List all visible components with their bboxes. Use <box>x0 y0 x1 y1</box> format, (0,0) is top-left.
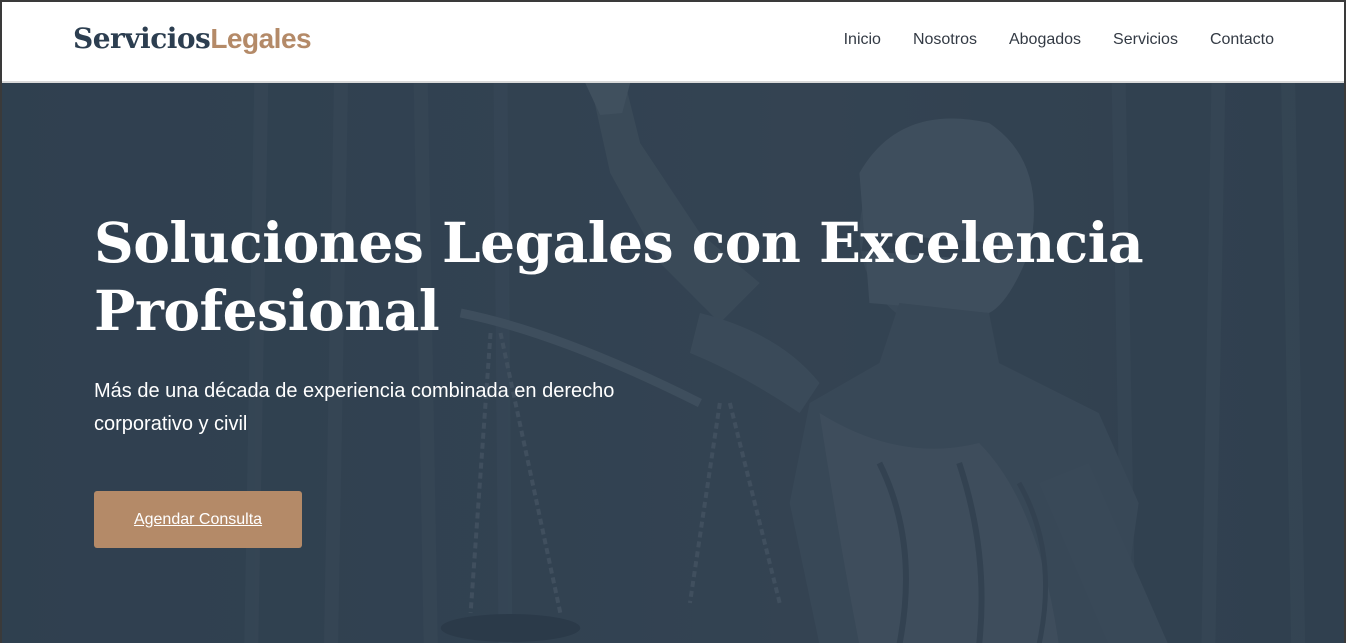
hero-title: Soluciones Legales con Excelencia Profes… <box>94 210 1144 343</box>
main-nav: Inicio Nosotros Abogados Servicios Conta… <box>844 31 1274 49</box>
nav-link-inicio[interactable]: Inicio <box>844 31 881 49</box>
hero-content: Soluciones Legales con Excelencia Profes… <box>94 209 1144 548</box>
logo-text-servicios: Servicios <box>73 22 211 55</box>
nav-link-contacto[interactable]: Contacto <box>1210 31 1274 49</box>
schedule-consultation-button[interactable]: Agendar Consulta <box>94 491 302 548</box>
site-logo[interactable]: ServiciosLegales <box>73 22 312 55</box>
logo-text-legales: Legales <box>210 23 312 54</box>
nav-link-nosotros[interactable]: Nosotros <box>913 31 977 49</box>
hero-subtitle: Más de una década de experiencia combina… <box>94 380 615 435</box>
browser-viewport: ServiciosLegales Inicio Nosotros Abogado… <box>0 0 1346 643</box>
navbar: ServiciosLegales Inicio Nosotros Abogado… <box>2 2 1344 83</box>
hero-section: Soluciones Legales con Excelencia Profes… <box>2 83 1344 643</box>
nav-link-abogados[interactable]: Abogados <box>1009 31 1081 49</box>
nav-link-servicios[interactable]: Servicios <box>1113 31 1178 49</box>
